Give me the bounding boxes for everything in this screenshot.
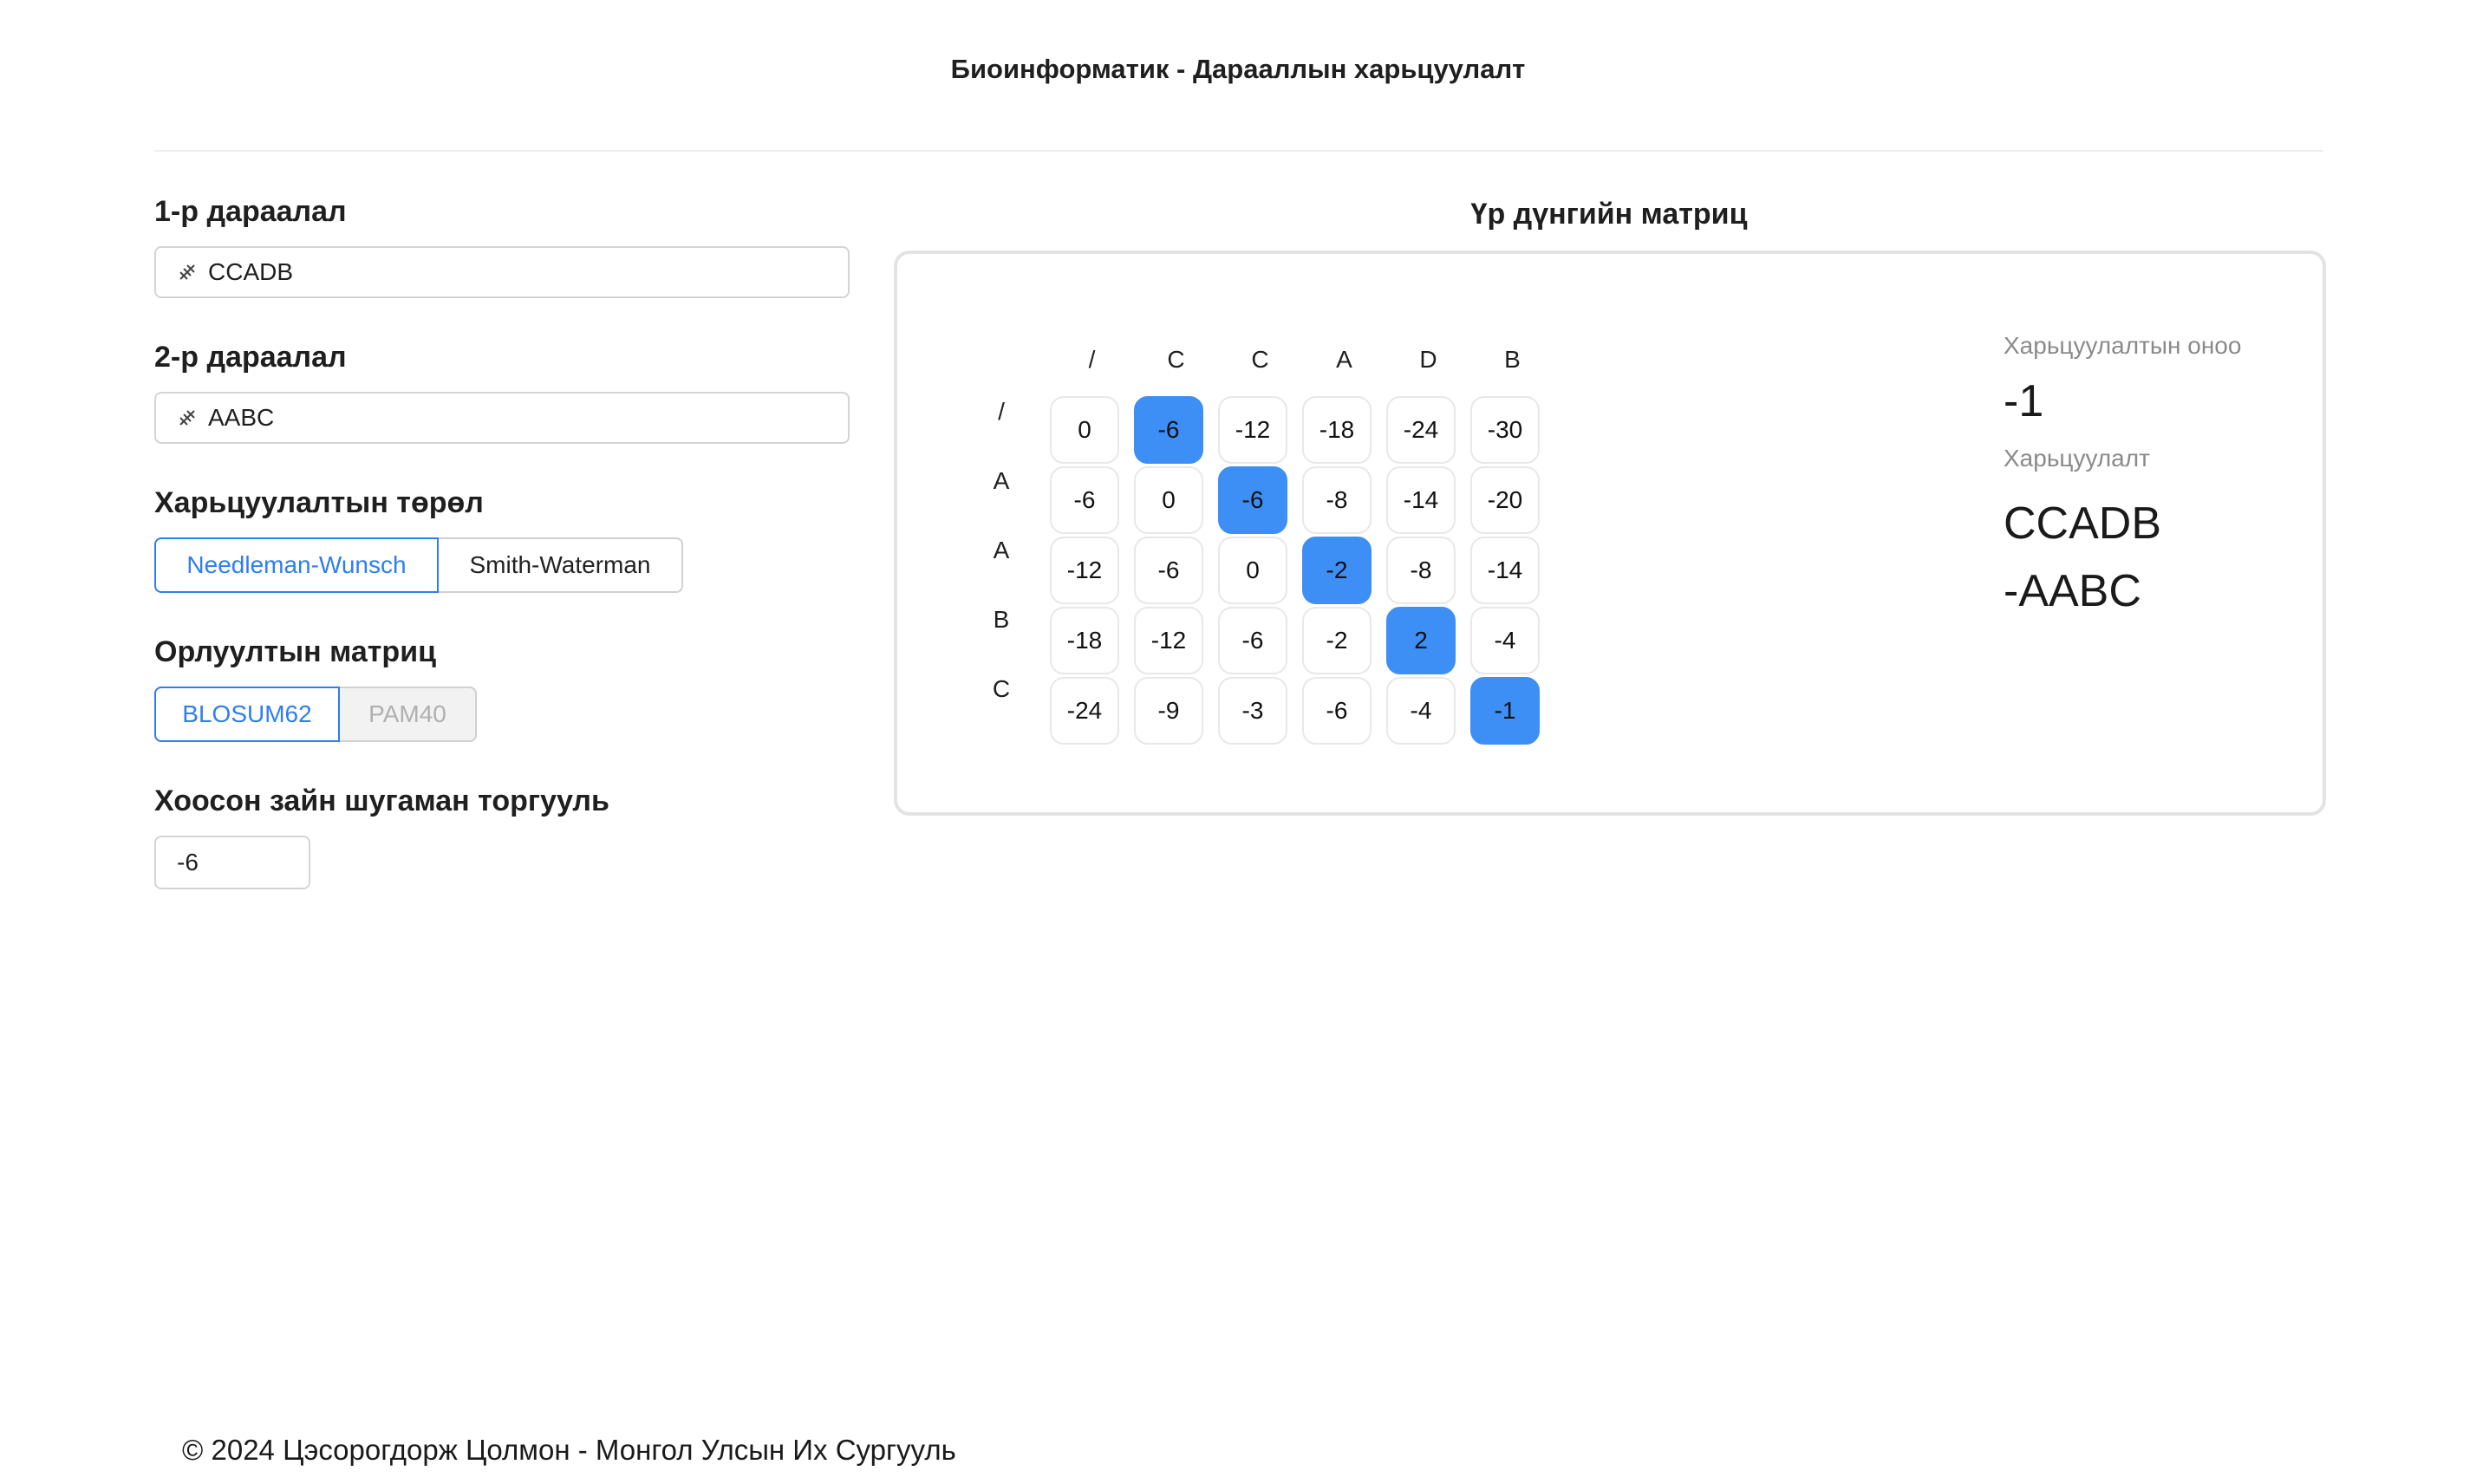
needleman-wunsch-button[interactable]: Needleman-Wunsch (154, 537, 439, 593)
matrix-col-headers: / C C A D B (1050, 346, 1554, 374)
footer-text: © 2024 Цэсорогдорж Цолмон - Монгол Улсын… (182, 1434, 956, 1466)
matrix-cell: -4 (1386, 677, 1456, 745)
matrix-row-header: / (998, 398, 1005, 425)
matrix-cell: -12 (1050, 537, 1119, 604)
matrix-cell: -6 (1302, 677, 1372, 745)
matrix-cell: 0 (1134, 466, 1203, 534)
matrix-cell: -14 (1470, 537, 1540, 604)
matrix-cell: -14 (1386, 466, 1456, 534)
matrix-cell-path: -2 (1302, 537, 1372, 604)
matrix-row: -24 -9 -3 -6 -4 -1 (1050, 677, 1554, 747)
dna-icon (175, 260, 199, 284)
seq1-label: 1-р дараалал (154, 195, 347, 228)
matrix-cell: -24 (1386, 396, 1456, 464)
matrix-cell: -6 (1050, 466, 1119, 534)
matrix-cell: -6 (1218, 607, 1287, 674)
matrix-cell-path: -6 (1134, 396, 1203, 464)
page-title: Биоинформатик - Дарааллын харьцуулалт (950, 54, 1526, 84)
matrix-title: Үр дүнгийн матриц (1470, 198, 1748, 231)
matrix-cell: -8 (1386, 537, 1456, 604)
matrix-col-header: C (1251, 346, 1269, 373)
matrix-cell: -2 (1302, 607, 1372, 674)
matrix-cell-path: -1 (1470, 677, 1540, 745)
substitution-matrix-label: Орлуултын матриц (154, 635, 436, 668)
matrix-card: / C C A D B / A A B C 0 -6 -12 -18 -24 -30 -6 0 -6 -8 -14 -2… (894, 251, 2326, 816)
matrix-row-header: C (992, 675, 1011, 702)
input-panel: 1-р дараалал CCADB 2-р дараалал AABC Хар… (154, 192, 850, 889)
dna-icon (175, 406, 199, 430)
matrix-cell: -12 (1134, 607, 1203, 674)
matrix-row: -18 -12 -6 -2 2 -4 (1050, 607, 1554, 677)
matrix-cell: 0 (1218, 537, 1287, 604)
seq1-value: CCADB (208, 258, 294, 285)
alignment-type-toggle: Needleman-Wunsch Smith-Waterman (154, 537, 850, 593)
matrix-cell: -18 (1302, 396, 1372, 464)
matrix-cell-path: 2 (1386, 607, 1456, 674)
matrix-cell: -18 (1050, 607, 1119, 674)
alignment-type-label: Харьцуулалтын төрөл (154, 486, 484, 519)
seq2-input[interactable]: AABC (154, 392, 850, 444)
gap-penalty-input[interactable]: -6 (154, 836, 310, 889)
gap-penalty-label: Хоосон зайн шугаман торгууль (154, 784, 609, 817)
alignment-line-1: CCADB (2004, 498, 2162, 549)
score-label: Харьцуулалтын оноо (2004, 332, 2242, 359)
matrix-row: 0 -6 -12 -18 -24 -30 (1050, 396, 1554, 466)
matrix-cell: 0 (1050, 396, 1119, 464)
matrix-row-header: A (993, 467, 1010, 494)
substitution-matrix-toggle: BLOSUM62 PAM40 (154, 687, 850, 742)
alignment-line-2: -AABC (2004, 566, 2141, 616)
matrix-cell: -4 (1470, 607, 1540, 674)
seq2-label: 2-р дараалал (154, 341, 347, 374)
matrix-cell: -20 (1470, 466, 1540, 534)
matrix-cell: -6 (1134, 537, 1203, 604)
score-matrix-grid: 0 -6 -12 -18 -24 -30 -6 0 -6 -8 -14 -20 -12 -6 0 -2 -8 -1… (1050, 396, 1554, 747)
seq2-value: AABC (208, 404, 275, 431)
blosum62-button[interactable]: BLOSUM62 (154, 687, 340, 742)
matrix-col-header: A (1336, 346, 1352, 373)
score-value: -1 (2004, 376, 2044, 426)
matrix-col-header: D (1419, 346, 1437, 373)
result-panel: Харьцуулалтын оноо -1 Харьцуулалт CCADB … (2004, 332, 2241, 625)
matrix-col-header: B (1504, 346, 1521, 373)
matrix-cell-path: -6 (1218, 466, 1287, 534)
seq1-input[interactable]: CCADB (154, 246, 850, 298)
matrix-cell: -12 (1218, 396, 1287, 464)
pam40-button[interactable]: PAM40 (340, 687, 477, 742)
matrix-row: -12 -6 0 -2 -8 -14 (1050, 537, 1554, 607)
matrix-cell: -24 (1050, 677, 1119, 745)
matrix-row-header: B (993, 606, 1010, 633)
matrix-cell: -9 (1134, 677, 1203, 745)
matrix-row: -6 0 -6 -8 -14 -20 (1050, 466, 1554, 537)
matrix-cell: -8 (1302, 466, 1372, 534)
matrix-row-header: A (993, 537, 1010, 563)
matrix-cell: -30 (1470, 396, 1540, 464)
matrix-col-header: / (1088, 346, 1096, 373)
smith-waterman-button[interactable]: Smith-Waterman (439, 537, 683, 593)
matrix-col-header: C (1167, 346, 1185, 373)
matrix-row-headers: / A A B C (984, 391, 1019, 738)
alignment-label: Харьцуулалт (2004, 445, 2150, 472)
matrix-cell: -3 (1218, 677, 1287, 745)
header-divider (154, 150, 2323, 152)
